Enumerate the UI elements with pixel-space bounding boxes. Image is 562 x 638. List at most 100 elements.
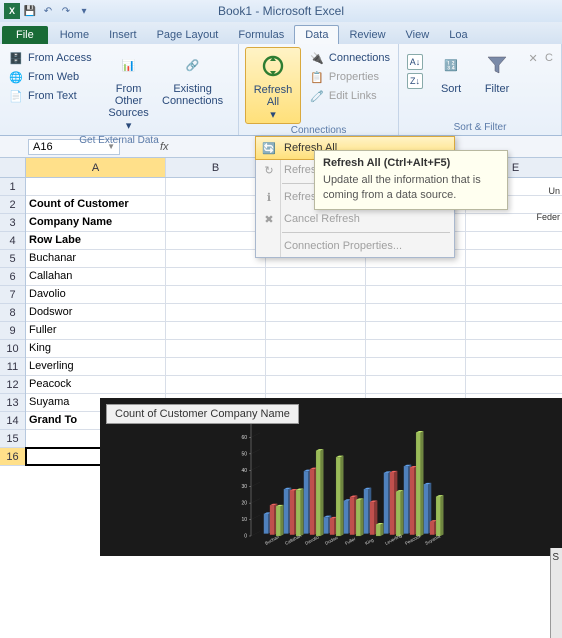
cell[interactable] — [366, 304, 466, 321]
from-text-button[interactable]: 📄From Text — [6, 87, 94, 105]
filter-button[interactable]: Filter — [477, 47, 517, 97]
undo-icon[interactable]: ↶ — [40, 3, 56, 19]
row-header[interactable]: 14 — [0, 412, 25, 430]
cell[interactable] — [466, 376, 562, 393]
save-icon[interactable]: 💾 — [22, 3, 38, 19]
from-web-button[interactable]: 🌐From Web — [6, 68, 94, 86]
cell[interactable] — [366, 286, 466, 303]
cell[interactable] — [466, 304, 562, 321]
tab-page-layout[interactable]: Page Layout — [147, 26, 229, 44]
cell[interactable]: Count of Customer — [26, 196, 166, 213]
sort-desc-button[interactable]: Z↓ — [405, 72, 425, 90]
cell[interactable] — [266, 358, 366, 375]
cell[interactable]: Buchanar — [26, 250, 166, 267]
svg-text:30: 30 — [241, 484, 247, 490]
tab-view[interactable]: View — [396, 26, 440, 44]
cell[interactable] — [466, 250, 562, 267]
row-header[interactable]: 1 — [0, 178, 25, 196]
cell[interactable] — [266, 268, 366, 285]
cell[interactable]: King — [26, 340, 166, 357]
cell[interactable] — [166, 286, 266, 303]
sort-button[interactable]: 🔢 Sort — [431, 47, 471, 97]
cell[interactable]: Row Labe — [26, 232, 166, 249]
row-header[interactable]: 6 — [0, 268, 25, 286]
cell[interactable]: Fuller — [26, 322, 166, 339]
cell[interactable]: Leverling — [26, 358, 166, 375]
cell[interactable] — [366, 358, 466, 375]
cell[interactable] — [366, 340, 466, 357]
menu-connection-properties[interactable]: Connection Properties... — [256, 235, 454, 257]
cell[interactable] — [266, 322, 366, 339]
qat-more-icon[interactable]: ▾ — [76, 3, 92, 19]
cell[interactable]: Davolio — [26, 286, 166, 303]
select-all-triangle[interactable] — [0, 158, 26, 178]
clear-filter-button[interactable]: ✕C — [523, 49, 555, 67]
edit-links-button[interactable]: 🧷Edit Links — [307, 87, 392, 105]
cell[interactable] — [466, 340, 562, 357]
cell[interactable] — [166, 196, 266, 213]
tab-home[interactable]: Home — [50, 26, 99, 44]
cell[interactable] — [166, 232, 266, 249]
refresh-all-button[interactable]: Refresh All▾ — [245, 47, 301, 124]
row-header[interactable]: 15 — [0, 430, 25, 448]
tab-data[interactable]: Data — [294, 25, 339, 44]
tab-insert[interactable]: Insert — [99, 26, 147, 44]
cell[interactable] — [466, 322, 562, 339]
properties-button[interactable]: 📋Properties — [307, 68, 392, 86]
row-header[interactable]: 10 — [0, 340, 25, 358]
row-header[interactable]: 12 — [0, 376, 25, 394]
row-header[interactable]: 13 — [0, 394, 25, 412]
from-other-sources-button[interactable]: 📊 From Other Sources▾ — [100, 47, 158, 134]
from-access-button[interactable]: 🗄️From Access — [6, 49, 94, 67]
cell[interactable] — [166, 358, 266, 375]
connections-button[interactable]: 🔌Connections — [307, 49, 392, 67]
row-header[interactable]: 3 — [0, 214, 25, 232]
cell[interactable] — [166, 322, 266, 339]
chart-title[interactable]: Count of Customer Company Name — [106, 404, 299, 424]
cell[interactable]: Company Name — [26, 214, 166, 231]
cell[interactable] — [266, 340, 366, 357]
sort-asc-button[interactable]: A↓ — [405, 53, 425, 71]
menu-cancel-refresh[interactable]: ✖ Cancel Refresh — [256, 208, 454, 230]
cell[interactable] — [166, 376, 266, 393]
cell[interactable] — [366, 376, 466, 393]
row-header[interactable]: 7 — [0, 286, 25, 304]
cell[interactable]: Dodswor — [26, 304, 166, 321]
row-header[interactable]: 9 — [0, 322, 25, 340]
row-header[interactable]: 5 — [0, 250, 25, 268]
cell[interactable] — [266, 304, 366, 321]
row-header[interactable]: 8 — [0, 304, 25, 322]
row-header[interactable]: 2 — [0, 196, 25, 214]
cell[interactable] — [26, 178, 166, 195]
cell[interactable] — [166, 268, 266, 285]
clear-icon: ✕ — [525, 50, 541, 66]
column-header[interactable]: A — [26, 158, 166, 177]
cell[interactable] — [166, 178, 266, 195]
tab-file[interactable]: File — [2, 26, 48, 44]
column-header[interactable]: B — [166, 158, 266, 177]
tab-load-cut[interactable]: Loa — [439, 26, 477, 44]
row-header[interactable]: 16 — [0, 448, 25, 466]
cell[interactable] — [366, 322, 466, 339]
tab-review[interactable]: Review — [339, 26, 395, 44]
cell[interactable] — [466, 358, 562, 375]
redo-icon[interactable]: ↷ — [58, 3, 74, 19]
tab-formulas[interactable]: Formulas — [228, 26, 294, 44]
cell[interactable] — [366, 268, 466, 285]
cell[interactable] — [166, 340, 266, 357]
cell[interactable] — [266, 376, 366, 393]
cell[interactable] — [166, 304, 266, 321]
cell[interactable] — [166, 214, 266, 231]
cell[interactable] — [466, 232, 562, 249]
cell[interactable] — [166, 250, 266, 267]
chart-3d-column[interactable]: Count of Customer Company Name S 0102030… — [100, 398, 562, 556]
row-header[interactable]: 11 — [0, 358, 25, 376]
cell[interactable] — [466, 286, 562, 303]
svg-text:Suyama: Suyama — [424, 533, 441, 545]
existing-connections-button[interactable]: 🔗 Existing Connections — [164, 47, 222, 109]
cell[interactable] — [466, 268, 562, 285]
cell[interactable]: Callahan — [26, 268, 166, 285]
row-header[interactable]: 4 — [0, 232, 25, 250]
cell[interactable] — [266, 286, 366, 303]
cell[interactable]: Peacock — [26, 376, 166, 393]
